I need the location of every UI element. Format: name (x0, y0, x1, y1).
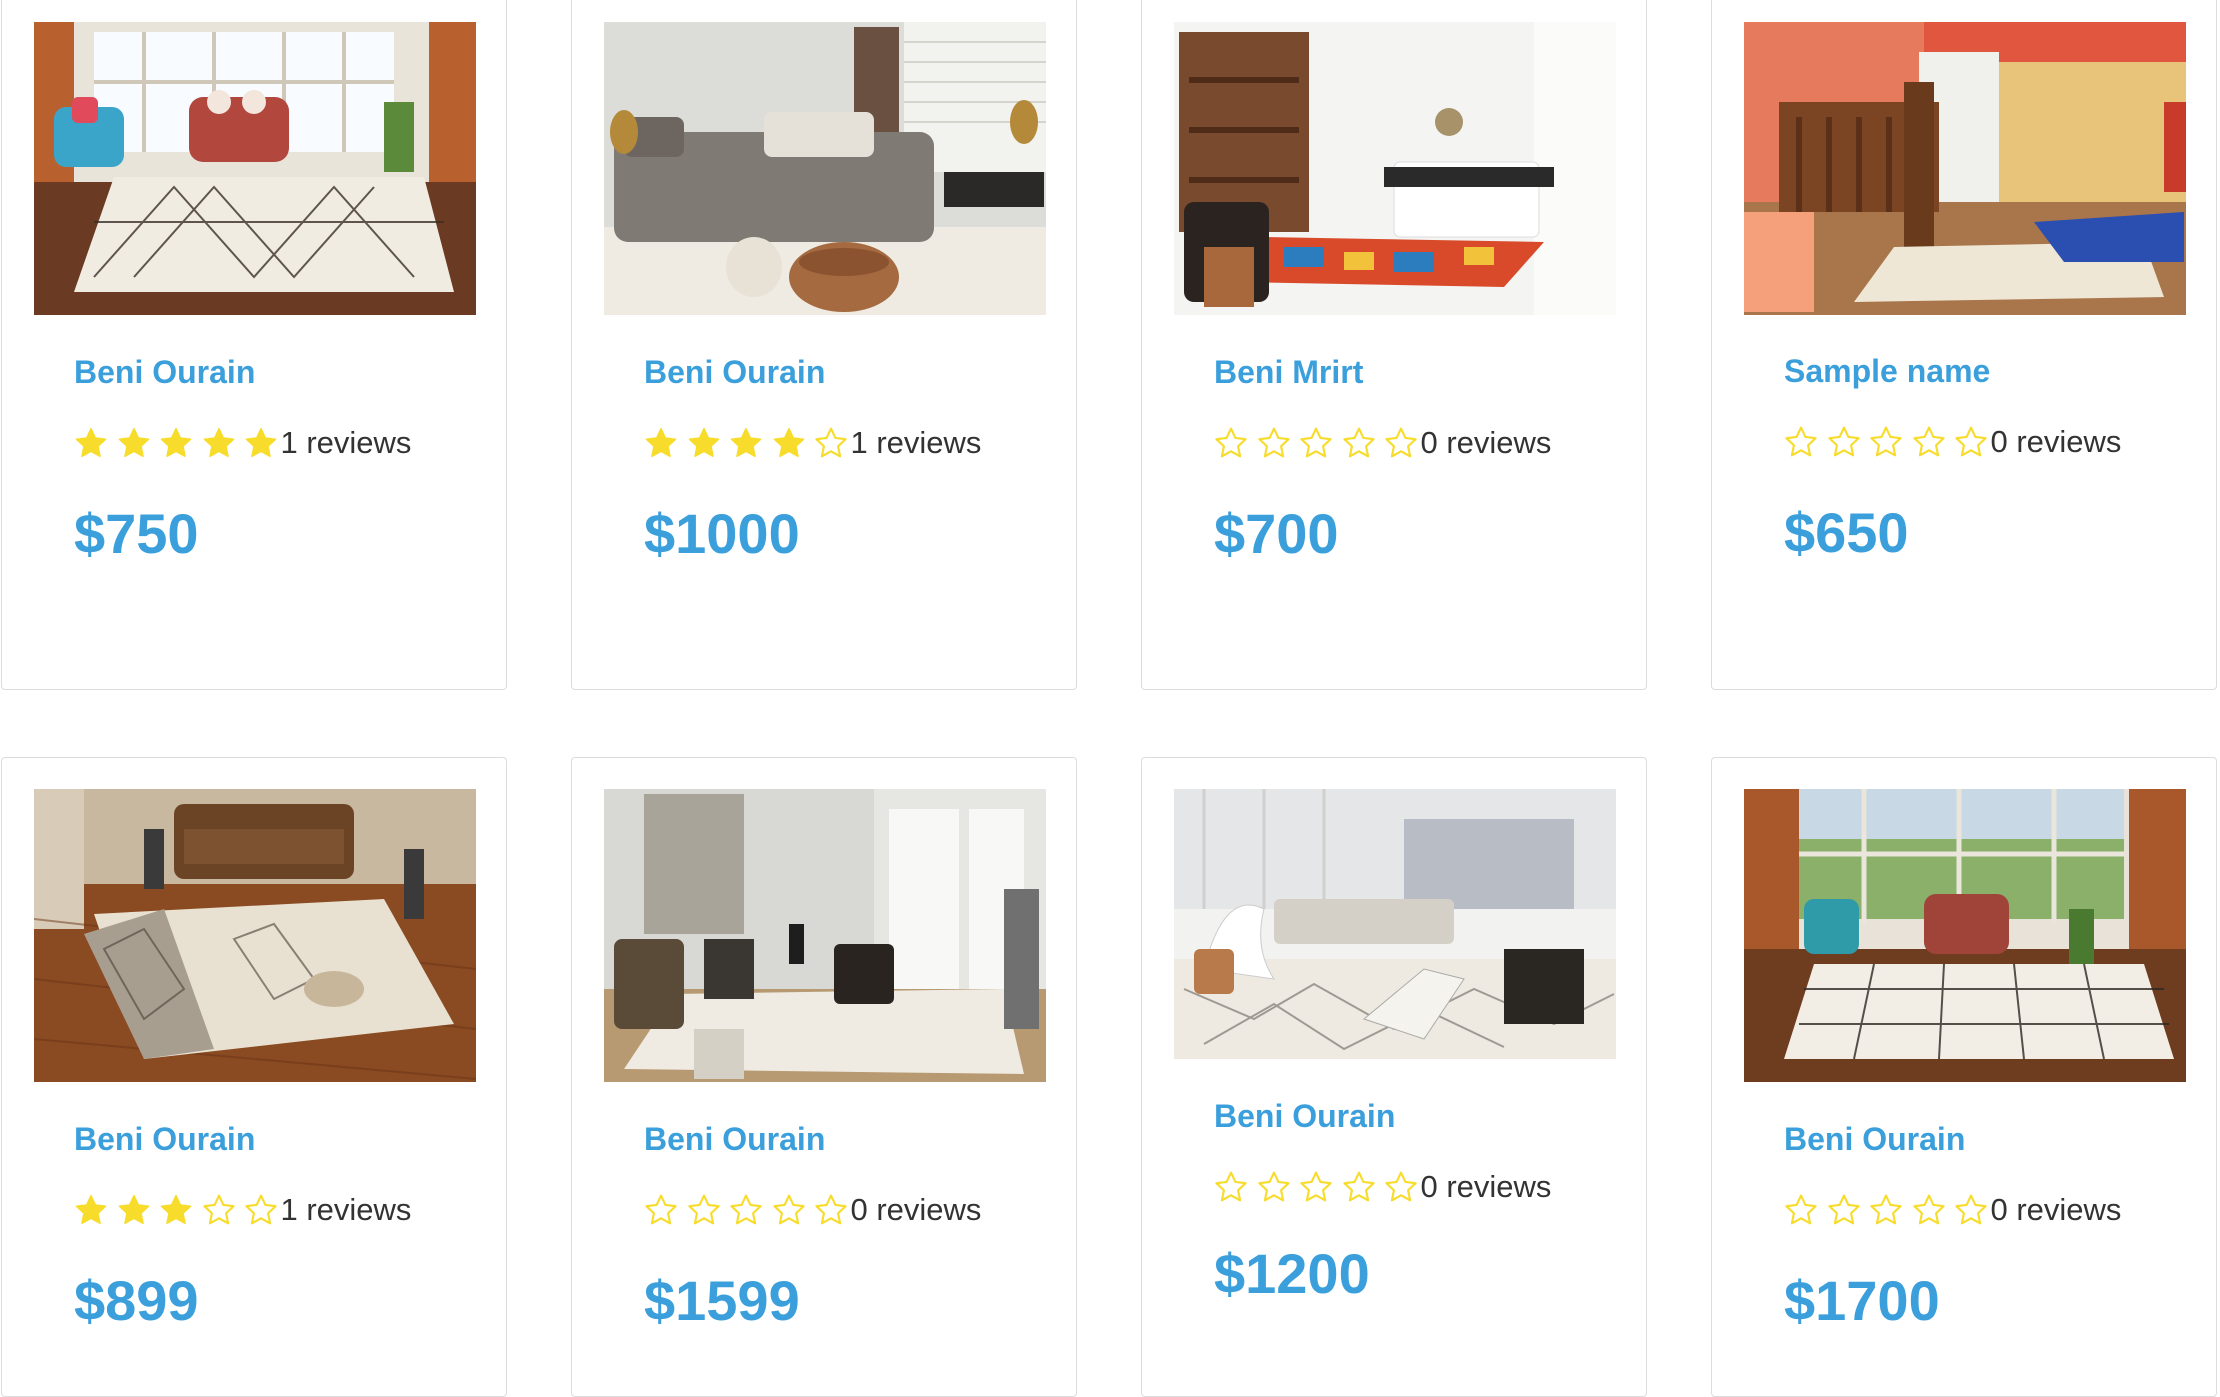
product-name[interactable]: Beni Ourain (1784, 1121, 1965, 1158)
product-card[interactable]: Beni Ourain 1 reviews $750 (1, 0, 507, 690)
star-empty-icon (202, 1193, 236, 1227)
star-rating (1784, 1193, 1997, 1227)
product-image[interactable] (34, 22, 476, 315)
star-empty-icon (1784, 425, 1818, 459)
star-empty-icon (1342, 426, 1376, 460)
star-empty-icon (1827, 1193, 1861, 1227)
product-card[interactable]: Beni Ourain 0 reviews $1200 (1141, 757, 1647, 1397)
star-filled-icon (687, 426, 721, 460)
star-filled-icon (772, 426, 806, 460)
product-price: $650 (1784, 501, 1909, 564)
star-filled-icon (729, 426, 763, 460)
star-filled-icon (202, 426, 236, 460)
star-empty-icon (644, 1193, 678, 1227)
star-filled-icon (117, 1193, 151, 1227)
product-name[interactable]: Beni Ourain (74, 354, 255, 391)
product-image[interactable] (1174, 789, 1616, 1059)
star-empty-icon (1869, 1193, 1903, 1227)
product-price: $750 (74, 502, 199, 565)
star-empty-icon (1827, 425, 1861, 459)
star-empty-icon (1299, 426, 1333, 460)
star-empty-icon (814, 1193, 848, 1227)
star-empty-icon (729, 1193, 763, 1227)
review-count: 1 reviews (850, 425, 982, 460)
star-rating (74, 1193, 287, 1227)
product-price: $1200 (1214, 1242, 1370, 1305)
star-empty-icon (1954, 1193, 1988, 1227)
star-rating (1784, 425, 1997, 459)
product-card[interactable]: Beni Ourain 1 reviews $899 (1, 757, 507, 1397)
product-name[interactable]: Beni Ourain (74, 1121, 255, 1158)
star-empty-icon (772, 1193, 806, 1227)
product-name[interactable]: Beni Ourain (644, 354, 825, 391)
star-empty-icon (244, 1193, 278, 1227)
star-empty-icon (1214, 426, 1248, 460)
product-price: $1000 (644, 502, 800, 565)
star-filled-icon (74, 1193, 108, 1227)
star-filled-icon (74, 426, 108, 460)
product-name[interactable]: Beni Mrirt (1214, 354, 1363, 391)
star-filled-icon (159, 1193, 193, 1227)
review-count: 0 reviews (1990, 1192, 2122, 1227)
star-empty-icon (1214, 1170, 1248, 1204)
star-rating (74, 426, 287, 460)
product-rating: 0 reviews (1214, 423, 1551, 463)
product-rating: 1 reviews (74, 423, 411, 463)
product-price: $1599 (644, 1269, 800, 1332)
product-name[interactable]: Beni Ourain (1214, 1098, 1395, 1135)
star-empty-icon (1342, 1170, 1376, 1204)
product-price: $1700 (1784, 1269, 1940, 1332)
product-rating: 0 reviews (644, 1190, 981, 1230)
star-rating (644, 1193, 857, 1227)
product-image[interactable] (1174, 22, 1616, 315)
star-empty-icon (814, 426, 848, 460)
product-rating: 0 reviews (1784, 422, 2121, 462)
star-rating (1214, 1170, 1427, 1204)
product-image[interactable] (1744, 22, 2186, 315)
star-empty-icon (1954, 425, 1988, 459)
star-filled-icon (244, 426, 278, 460)
product-price: $899 (74, 1269, 199, 1332)
product-rating: 1 reviews (644, 423, 981, 463)
product-image[interactable] (1744, 789, 2186, 1082)
product-name[interactable]: Sample name (1784, 353, 1990, 390)
review-count: 0 reviews (1990, 424, 2122, 459)
product-card[interactable]: Beni Ourain 1 reviews $1000 (571, 0, 1077, 690)
review-count: 1 reviews (280, 425, 412, 460)
product-image[interactable] (604, 789, 1046, 1082)
star-empty-icon (1384, 1170, 1418, 1204)
product-image[interactable] (604, 22, 1046, 315)
star-filled-icon (117, 426, 151, 460)
product-card[interactable]: Sample name 0 reviews $650 (1711, 0, 2217, 690)
review-count: 1 reviews (280, 1192, 412, 1227)
star-empty-icon (1912, 1193, 1946, 1227)
product-image[interactable] (34, 789, 476, 1082)
star-empty-icon (1912, 425, 1946, 459)
star-empty-icon (687, 1193, 721, 1227)
product-name[interactable]: Beni Ourain (644, 1121, 825, 1158)
product-price: $700 (1214, 502, 1339, 565)
product-card[interactable]: Beni Mrirt 0 reviews $700 (1141, 0, 1647, 690)
product-card[interactable]: Beni Ourain 0 reviews $1700 (1711, 757, 2217, 1397)
product-grid: Beni Ourain 1 reviews $750 Beni Ourain 1… (0, 0, 2220, 1397)
star-filled-icon (644, 426, 678, 460)
review-count: 0 reviews (1420, 425, 1552, 460)
product-rating: 1 reviews (74, 1190, 411, 1230)
star-empty-icon (1257, 1170, 1291, 1204)
star-empty-icon (1869, 425, 1903, 459)
star-filled-icon (159, 426, 193, 460)
star-empty-icon (1299, 1170, 1333, 1204)
star-empty-icon (1384, 426, 1418, 460)
product-rating: 0 reviews (1784, 1190, 2121, 1230)
star-rating (644, 426, 857, 460)
review-count: 0 reviews (1420, 1169, 1552, 1204)
review-count: 0 reviews (850, 1192, 982, 1227)
star-empty-icon (1784, 1193, 1818, 1227)
product-rating: 0 reviews (1214, 1167, 1551, 1207)
star-rating (1214, 426, 1427, 460)
star-empty-icon (1257, 426, 1291, 460)
product-card[interactable]: Beni Ourain 0 reviews $1599 (571, 757, 1077, 1397)
